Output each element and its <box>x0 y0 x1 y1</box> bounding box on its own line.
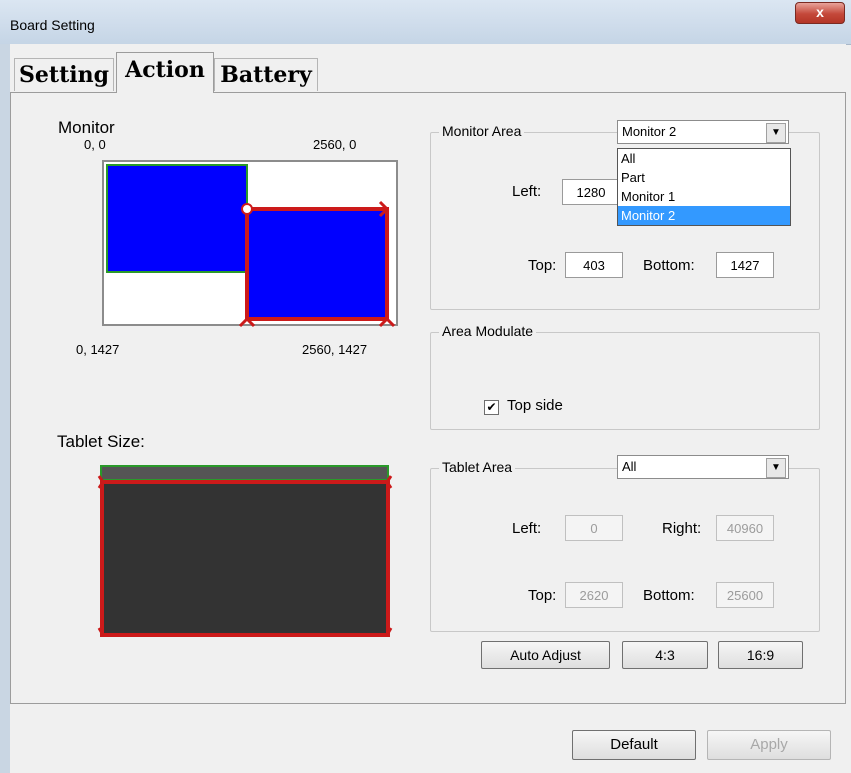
monitor-area-selected: Monitor 2 <box>622 124 677 139</box>
monitor-area-select[interactable]: Monitor 2 ▼ <box>617 120 789 144</box>
apply-button[interactable]: Apply <box>707 730 831 760</box>
tablet-mapped-area[interactable] <box>100 480 390 637</box>
checkmark-icon: ✔ <box>486 400 497 414</box>
title-bar[interactable]: Board Setting x <box>0 0 851 45</box>
tablet-left-field[interactable]: 0 <box>565 515 623 541</box>
close-button[interactable]: x <box>795 2 845 24</box>
area-modulate-group: Area Modulate <box>430 323 820 430</box>
board-setting-window: Board Setting x Setting Action Battery M… <box>0 0 851 773</box>
monitor-corner-top-left: 0, 0 <box>84 137 106 152</box>
monitor-corner-bottom-left: 0, 1427 <box>76 342 120 357</box>
tablet-right-label: Right: <box>662 520 702 537</box>
tablet-left-label: Left: <box>512 520 542 537</box>
monitor-left-label: Left: <box>512 183 542 200</box>
monitor-left-field[interactable]: 1280 <box>562 179 620 205</box>
option-monitor-2[interactable]: Monitor 2 <box>618 206 790 225</box>
option-all[interactable]: All <box>618 149 790 168</box>
tablet-area-preview[interactable] <box>97 462 397 642</box>
monitor-bottom-field[interactable]: 1427 <box>716 252 774 278</box>
monitor-corner-bottom-right: 2560, 1427 <box>302 342 368 357</box>
chevron-down-icon[interactable]: ▼ <box>766 123 786 143</box>
close-icon: x <box>816 4 824 20</box>
monitor-layout-preview[interactable] <box>100 158 400 328</box>
tablet-bottom-field[interactable]: 25600 <box>716 582 774 608</box>
monitor-2-handle-top-left[interactable] <box>241 203 253 215</box>
monitor-1-rect[interactable] <box>106 164 248 273</box>
monitor-top-label: Top: <box>528 257 557 274</box>
monitor-area-dropdown-list: All Part Monitor 1 Monitor 2 <box>617 148 791 226</box>
window-title: Board Setting <box>10 17 95 33</box>
auto-adjust-button[interactable]: Auto Adjust <box>481 641 610 669</box>
top-side-checkbox[interactable]: ✔ <box>484 400 499 415</box>
option-monitor-1[interactable]: Monitor 1 <box>618 187 790 206</box>
monitor-bottom-label: Bottom: <box>643 257 695 274</box>
ratio-16-9-button[interactable]: 16:9 <box>718 641 803 669</box>
tab-battery[interactable]: Battery <box>214 58 318 91</box>
area-modulate-label: Area Modulate <box>439 323 537 339</box>
chevron-down-icon[interactable]: ▼ <box>766 458 786 478</box>
tab-setting[interactable]: Setting <box>14 58 114 91</box>
tablet-area-label: Tablet Area <box>439 459 516 475</box>
tablet-area-selected: All <box>622 459 637 474</box>
monitor-corner-top-right: 2560, 0 <box>313 137 357 152</box>
window-left-border <box>0 44 10 773</box>
tablet-size-heading: Tablet Size: <box>57 432 145 451</box>
tablet-top-label: Top: <box>528 587 557 604</box>
tablet-top-field[interactable]: 2620 <box>565 582 623 608</box>
tablet-area-select[interactable]: All ▼ <box>617 455 789 479</box>
tablet-right-field[interactable]: 40960 <box>716 515 774 541</box>
monitor-area-label: Monitor Area <box>439 123 525 139</box>
default-button[interactable]: Default <box>572 730 696 760</box>
tablet-bottom-label: Bottom: <box>643 587 695 604</box>
ratio-4-3-button[interactable]: 4:3 <box>622 641 708 669</box>
tablet-full-area <box>100 465 389 481</box>
monitor-top-field[interactable]: 403 <box>565 252 623 278</box>
tab-action[interactable]: Action <box>116 52 214 93</box>
monitor-2-rect[interactable] <box>245 207 389 321</box>
monitor-heading: Monitor <box>58 118 115 137</box>
top-side-label: Top side <box>507 397 563 414</box>
option-part[interactable]: Part <box>618 168 790 187</box>
